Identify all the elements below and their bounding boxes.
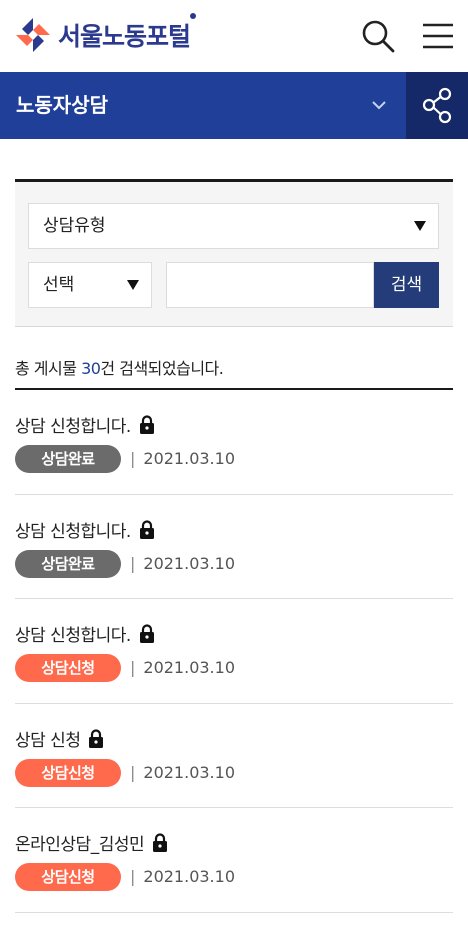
post-title: 상담 신청합니다.	[15, 626, 131, 646]
post-title-link[interactable]: 온라인상담_김성민	[15, 830, 168, 855]
logo-mark-icon	[16, 18, 50, 52]
logo-text: 서울노동포털	[58, 22, 191, 51]
search-button[interactable]	[360, 18, 396, 54]
list-item[interactable]: 상담 신청합니다. 상담신청 | 2021.03.10	[0, 599, 468, 704]
dropdown-arrow-icon	[127, 280, 139, 290]
post-title-link[interactable]: 상담 신청합니다.	[15, 412, 155, 437]
search-submit-button[interactable]: 검색	[374, 262, 439, 308]
result-count: 총 게시물 30건 검색되었습니다.	[15, 355, 224, 379]
status-badge: 상담완료	[15, 549, 121, 578]
post-meta: | 2021.03.10	[130, 863, 235, 891]
lock-icon	[88, 728, 104, 748]
post-meta: | 2021.03.10	[130, 759, 235, 787]
post-title: 상담 신청합니다.	[15, 521, 131, 542]
post-date: 2021.03.10	[143, 867, 235, 886]
list-item[interactable]: 상담 신청합니다. 상담완료 | 2021.03.10	[0, 390, 468, 495]
section-dropdown-toggle[interactable]	[360, 72, 406, 139]
status-badge: 상담신청	[15, 758, 121, 787]
post-meta: | 2021.03.10	[130, 550, 235, 578]
result-count-suffix: 건 검색되었습니다.	[100, 359, 224, 378]
list-item[interactable]: 상담 신청상담신청 | 2021.03.10	[0, 704, 468, 808]
list-item[interactable]: 온라인상담_김성민상담신청 | 2021.03.10	[0, 808, 468, 913]
meta-separator: |	[130, 762, 136, 782]
status-badge: 상담완료	[15, 445, 121, 473]
chevron-down-icon	[372, 101, 386, 110]
site-logo[interactable]: 서울노동포털	[14, 13, 197, 54]
menu-button[interactable]	[420, 18, 456, 54]
site-header: 서울노동포털	[0, 0, 468, 72]
post-date: 2021.03.10	[143, 449, 235, 468]
meta-separator: |	[130, 658, 136, 677]
post-meta: | 2021.03.10	[130, 445, 235, 473]
result-count-prefix: 총 게시물	[15, 359, 82, 378]
list-item[interactable]: 상담 신청합니다. 상담완료 | 2021.03.10	[0, 495, 468, 599]
search-input[interactable]	[166, 262, 374, 308]
post-list: 상담 신청합니다. 상담완료 | 2021.03.10 상담 신청합니다. 상담완료 | 20…	[0, 390, 468, 913]
search-field-value: 선택	[43, 275, 75, 295]
status-badge: 상담신청	[15, 863, 121, 891]
menu-icon	[423, 23, 453, 49]
meta-separator: |	[130, 449, 136, 468]
consult-type-value: 상담유형	[43, 216, 106, 236]
post-title: 상담 신청	[15, 730, 81, 751]
section-nav-bar: 노동자상담	[0, 72, 468, 139]
search-icon	[362, 20, 395, 53]
meta-separator: |	[130, 867, 136, 886]
post-title: 온라인상담_김성민	[15, 835, 145, 855]
item-divider	[15, 911, 453, 913]
logo-dot	[190, 13, 197, 19]
consult-type-select[interactable]: 상담유형	[28, 203, 439, 249]
section-title: 노동자상담	[16, 93, 108, 117]
post-title-link[interactable]: 상담 신청합니다.	[15, 621, 155, 646]
lock-icon	[152, 833, 168, 852]
post-title-link[interactable]: 상담 신청합니다.	[15, 517, 155, 542]
post-meta: | 2021.03.10	[130, 654, 235, 682]
share-button[interactable]	[406, 72, 468, 139]
dropdown-arrow-icon	[414, 221, 426, 231]
lock-icon	[139, 519, 155, 539]
meta-separator: |	[130, 553, 136, 573]
post-title-link[interactable]: 상담 신청	[15, 726, 104, 751]
post-title: 상담 신청합니다.	[15, 417, 131, 437]
lock-icon	[139, 415, 155, 434]
search-panel: 상담유형 선택 검색	[15, 179, 453, 327]
status-badge: 상담신청	[15, 654, 121, 682]
post-date: 2021.03.10	[143, 762, 235, 782]
post-date: 2021.03.10	[143, 553, 235, 573]
result-count-number: 30	[81, 359, 101, 378]
share-icon	[422, 87, 452, 124]
search-field-select[interactable]: 선택	[28, 262, 152, 308]
lock-icon	[139, 624, 155, 643]
post-date: 2021.03.10	[143, 658, 235, 677]
